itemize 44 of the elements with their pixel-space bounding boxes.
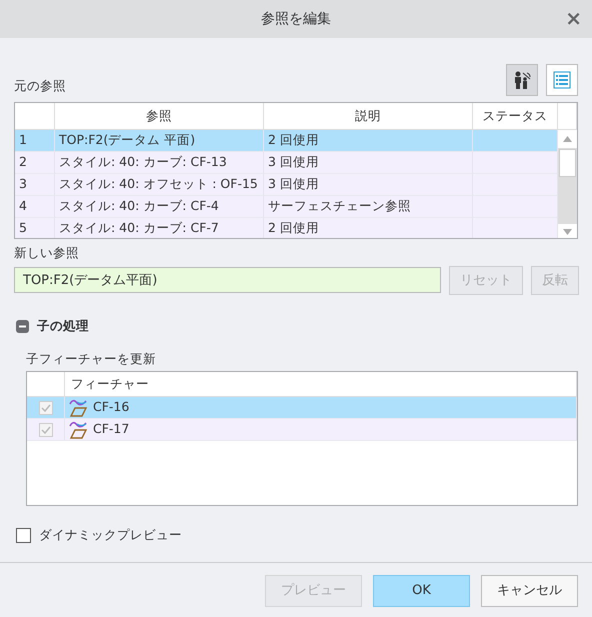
feature-name: CF-17: [93, 420, 130, 438]
scroll-up-button[interactable]: [558, 130, 577, 148]
curve-feature-icon: [69, 398, 89, 417]
people-icon: [512, 70, 532, 90]
section-title: 子の処理: [37, 316, 89, 335]
list-icon: [552, 70, 572, 90]
person-filter-button[interactable]: [506, 64, 538, 96]
table-cell: サーフェスチェーン参照: [264, 196, 473, 218]
curve-feature-icon: [69, 420, 89, 439]
table-cell: スタイル: 40: カーブ: CF-7: [55, 218, 264, 238]
reference-field[interactable]: TOP:F2(データム平面): [14, 267, 441, 294]
table-cell: 3 回使用: [264, 174, 473, 196]
close-button[interactable]: ×: [565, 8, 582, 28]
checkbox-label: ダイナミックプレビュー: [39, 526, 182, 544]
list-view-button[interactable]: [546, 64, 578, 96]
window-title: 参照を編集: [261, 10, 331, 28]
collapse-icon[interactable]: [16, 320, 29, 333]
column-header[interactable]: フィーチャー: [65, 372, 577, 398]
table-cell: 3: [15, 174, 55, 196]
feature-name: CF-16: [93, 398, 130, 416]
down-arrow-icon: [563, 229, 572, 235]
up-arrow-icon: [563, 136, 572, 142]
table-cell: 4: [15, 196, 55, 218]
table-cell: 3 回使用: [264, 152, 473, 174]
table-cell: スタイル: 40: オフセット : OF-15: [55, 174, 264, 196]
scroll-thumb[interactable]: [559, 149, 576, 177]
checkbox[interactable]: [16, 528, 31, 544]
section-label: 元の参照: [14, 77, 66, 96]
table-cell: TOP:F2(データム 平面): [55, 130, 264, 152]
table-cell: 2 回使用: [264, 218, 473, 238]
ok-button[interactable]: OK: [373, 575, 470, 607]
table-cell: スタイル: 40: カーブ: CF-4: [55, 196, 264, 218]
table-cell: 5: [15, 218, 55, 238]
scroll-down-button[interactable]: [558, 224, 577, 238]
table-cell: スタイル: 40: カーブ: CF-13: [55, 152, 264, 174]
field-label: 子フィーチャーを更新: [26, 350, 157, 368]
cancel-button[interactable]: キャンセル: [481, 575, 578, 607]
column-header[interactable]: 参照: [55, 103, 264, 130]
field-label: 新しい参照: [14, 244, 80, 262]
column-header[interactable]: 説明: [264, 103, 473, 130]
table-cell: 2 回使用: [264, 130, 473, 152]
column-header[interactable]: ステータス: [473, 103, 558, 130]
table-cell: 2: [15, 152, 55, 174]
table-cell: 1: [15, 130, 55, 152]
